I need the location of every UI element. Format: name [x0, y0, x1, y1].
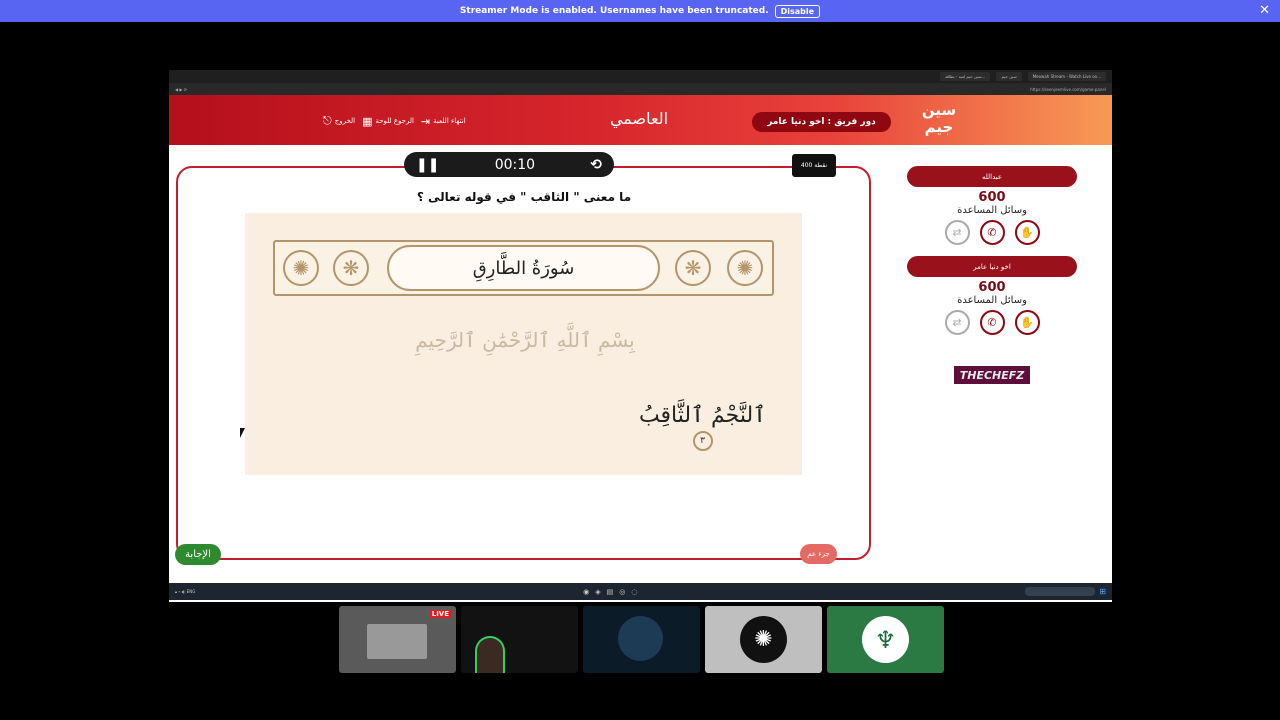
sponsor-part2: CHEFZ: [983, 368, 1025, 382]
team-score: 600: [978, 280, 1006, 295]
question-image: ✺ ❋ سُورَةُ الطَّارِقِ ❋ ✺ بِسْمِ ٱللَّه…: [245, 213, 802, 475]
double-points-icon[interactable]: ⇄: [944, 220, 970, 245]
disable-streamer-mode-button[interactable]: Disable: [774, 4, 821, 18]
exit-door-icon: ⎋: [323, 114, 332, 127]
back-to-board-link[interactable]: ▦ الرجوع للوحة: [362, 115, 414, 128]
camera-person: [475, 636, 505, 673]
end-game-link[interactable]: ⇥ انتهاء اللعبة: [421, 115, 466, 128]
team-name: اخو دنيا عامر: [907, 256, 1077, 277]
participant-tile-stream[interactable]: LIVE: [339, 606, 456, 673]
ornament-icon: ❋: [333, 250, 369, 286]
game-header: سين جيم دور فريق : اخو دنيا عامر العاصمي…: [169, 95, 1112, 145]
browser-address-bar: ◀ ▶ ⟳ https://seenjeemlive.com/game-pane…: [169, 83, 1112, 95]
phone-call-icon[interactable]: ✆: [979, 220, 1005, 245]
participant-tile-emblem[interactable]: ♆: [827, 606, 944, 673]
ayah-text: ٱلنَّجْمُ ٱلثَّاقِبُ ٣: [630, 403, 775, 453]
exit-label: الخروج: [334, 117, 356, 125]
participant-tile-dark[interactable]: [583, 606, 700, 673]
grid-icon: ▦: [362, 114, 373, 128]
exit-link[interactable]: ⎋ الخروج: [323, 114, 355, 128]
ornament-icon: ❋: [675, 250, 711, 286]
hand-icon[interactable]: ✋: [1014, 310, 1040, 335]
participant-tile-camera[interactable]: [461, 606, 578, 673]
part-badge: جزء عم: [800, 544, 837, 564]
participant-tile-avatar[interactable]: ✺: [705, 606, 822, 673]
ornament-icon: ✺: [727, 250, 763, 286]
chrome-icon[interactable]: ◎: [619, 588, 625, 596]
hand-icon[interactable]: ✋: [1014, 220, 1040, 245]
aids-row: ⇄ ✆ ✋: [907, 220, 1077, 245]
windows-taskbar: ▴ ⌁ ◐ ENG ◉ ◈ ▤ ◎ ◌ ⊞: [169, 583, 1112, 600]
team-name: عبدالله: [907, 166, 1077, 187]
taskbar-search-area: ⊞: [1025, 587, 1106, 596]
palm-emblem-icon: ♆: [862, 616, 909, 663]
avatar: [618, 616, 663, 661]
mouse-cursor-icon: [240, 428, 245, 438]
reset-icon[interactable]: ⟲: [590, 157, 602, 173]
edge-icon[interactable]: ◌: [631, 588, 637, 596]
stream-view: سين جيم لعبة - بطاقة... سين جيم Meowah S…: [169, 70, 1112, 602]
surah-header-frame: ✺ ❋ سُورَةُ الطَّارِقِ ❋ ✺: [273, 240, 774, 296]
browser-tab[interactable]: سين جيم لعبة - بطاقة...: [939, 72, 991, 81]
team-score: 600: [978, 190, 1006, 205]
participants-strip: LIVE ✺ ♆: [339, 606, 944, 673]
question-text: ما معنى " الثاقب " في قوله تعالى ؟: [416, 190, 632, 204]
browser-tab[interactable]: سين جيم: [996, 72, 1022, 81]
sponsor-part1: THE: [959, 368, 984, 382]
browser-tab[interactable]: Meowah Stream - Watch Live on...: [1027, 72, 1106, 81]
seen-jeem-logo: سين جيم: [921, 101, 957, 136]
streamer-mode-banner: Streamer Mode is enabled. Usernames have…: [0, 0, 1280, 22]
ayah-words: ٱلنَّجْمُ ٱلثَّاقِبُ: [638, 403, 767, 428]
whatsapp-icon[interactable]: ◉: [583, 588, 589, 596]
windows-start-icon[interactable]: ⊞: [1099, 587, 1106, 596]
timer-value: 00:10: [494, 156, 536, 173]
end-game-label: انتهاء اللعبة: [433, 117, 466, 125]
back-to-board-label: الرجوع للوحة: [375, 117, 414, 125]
arrow-exit-icon: ⇥: [420, 114, 431, 128]
streamer-mode-text: Streamer Mode is enabled. Usernames have…: [459, 6, 769, 16]
phone-call-icon[interactable]: ✆: [979, 310, 1005, 335]
pause-icon[interactable]: ❚❚: [416, 157, 439, 173]
nav-buttons-icon[interactable]: ◀ ▶ ⟳: [175, 87, 187, 92]
close-icon[interactable]: ✕: [1259, 3, 1270, 18]
aids-label: وسائل المساعدة: [957, 295, 1027, 306]
question-timer: ❚❚ 00:10 ⟲: [404, 152, 614, 177]
live-badge: LIVE: [428, 610, 452, 618]
discord-icon[interactable]: ◈: [595, 588, 600, 596]
swirl-avatar-icon: ✺: [740, 616, 787, 663]
browser-tab-strip: سين جيم لعبة - بطاقة... سين جيم Meowah S…: [169, 70, 1112, 83]
taskbar-apps: ◉ ◈ ▤ ◎ ◌: [583, 588, 637, 596]
taskbar-search[interactable]: [1025, 587, 1096, 596]
ornament-icon: ✺: [283, 250, 319, 286]
aids-label: وسائل المساعدة: [957, 205, 1027, 216]
url-text[interactable]: https://seenjeemlive.com/game-panel: [1030, 87, 1106, 92]
ayah-number: ٣: [692, 431, 713, 451]
category-title: العاصمي: [609, 109, 669, 128]
aids-row: ⇄ ✆ ✋: [907, 310, 1077, 335]
basmala-text: بِسْمِ ٱللَّهِ ٱلرَّحْمَٰنِ ٱلرَّحِيمِ: [415, 328, 635, 352]
double-points-icon[interactable]: ⇄: [944, 310, 970, 335]
answer-button[interactable]: الإجابة: [175, 544, 221, 565]
sponsor-logo: THE CHEFZ: [954, 366, 1030, 384]
stream-preview: [367, 624, 427, 659]
team-card: عبدالله 600 وسائل المساعدة ⇄ ✆ ✋: [907, 166, 1077, 245]
points-badge: 400 نقطة: [792, 154, 836, 177]
folder-icon[interactable]: ▤: [607, 588, 614, 596]
team-card: اخو دنيا عامر 600 وسائل المساعدة ⇄ ✆ ✋: [907, 256, 1077, 335]
team-turn-badge: دور فريق : اخو دنيا عامر: [752, 112, 891, 132]
tray-icons: ▴ ⌁ ◐ ENG: [175, 589, 196, 594]
header-links: ⎋ الخروج ▦ الرجوع للوحة ⇥ انتهاء اللعبة: [323, 114, 466, 128]
surah-title: سُورَةُ الطَّارِقِ: [387, 245, 660, 291]
